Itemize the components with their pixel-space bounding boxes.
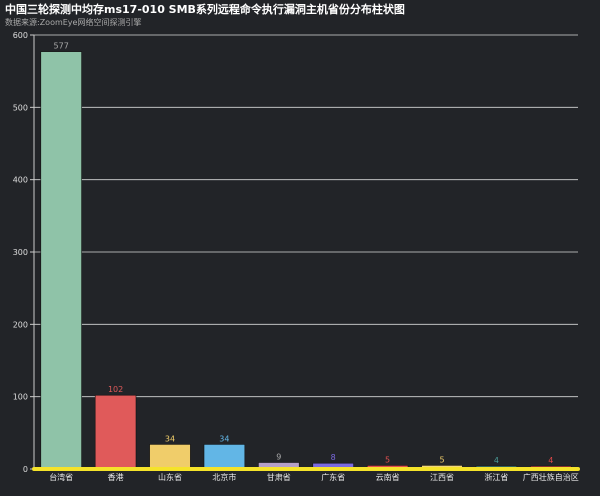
y-tick-label: 600 bbox=[13, 31, 28, 40]
bars-layer: 577 102 34 34 9 8 5 5 4 4 bbox=[40, 42, 572, 470]
y-tick-label: 300 bbox=[13, 248, 28, 257]
bar-value-label: 34 bbox=[219, 434, 229, 443]
x-tick-label: 香港 bbox=[108, 472, 124, 482]
bar-chart: 577 102 34 34 9 8 5 5 4 4 0 100 200 300 400 500 600 台湾省 香… bbox=[13, 31, 580, 482]
y-tick-label: 0 bbox=[23, 465, 28, 474]
bar-value-label: 8 bbox=[331, 453, 336, 462]
bar[interactable] bbox=[149, 444, 191, 470]
bar-value-label: 9 bbox=[276, 452, 281, 461]
bar-value-label: 102 bbox=[108, 385, 123, 394]
bar[interactable] bbox=[203, 444, 246, 470]
x-tick-label: 江西省 bbox=[430, 472, 454, 482]
y-tick-label: 400 bbox=[13, 176, 28, 185]
x-tick-label: 广东省 bbox=[321, 472, 345, 482]
y-tick-label: 200 bbox=[13, 320, 28, 329]
x-tick-label: 山东省 bbox=[158, 472, 182, 482]
grid-layer bbox=[34, 34, 578, 398]
y-tick-label: 100 bbox=[13, 393, 28, 402]
bar[interactable] bbox=[40, 51, 82, 470]
bar-value-label: 4 bbox=[548, 456, 553, 465]
y-tick-label: 500 bbox=[13, 103, 28, 112]
x-tick-label: 云南省 bbox=[376, 472, 400, 482]
bar-value-label: 577 bbox=[54, 42, 69, 51]
x-tick-label: 广西壮族自治区 bbox=[523, 472, 579, 482]
x-tick-label: 北京市 bbox=[212, 472, 236, 482]
bar-value-label: 4 bbox=[494, 456, 499, 465]
bar-value-label: 5 bbox=[439, 455, 444, 464]
bar[interactable] bbox=[94, 394, 137, 470]
x-tick-label: 台湾省 bbox=[49, 472, 73, 482]
x-tick-label: 甘肃省 bbox=[267, 472, 291, 482]
bar-value-label: 34 bbox=[165, 434, 175, 443]
x-tick-label: 浙江省 bbox=[484, 472, 508, 482]
bar-value-label: 5 bbox=[385, 455, 390, 464]
chart-page: 中国三轮探测中均存ms17-010 SMB系列远程命令执行漏洞主机省份分布柱状图… bbox=[0, 0, 600, 496]
